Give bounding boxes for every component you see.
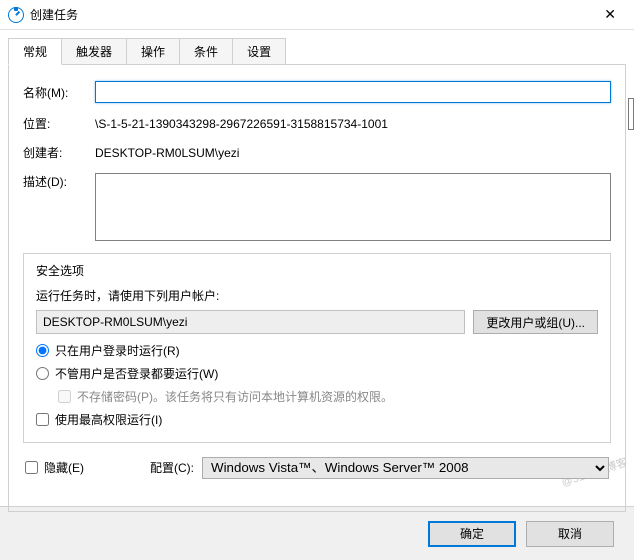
radio-only-logged-on-input[interactable] bbox=[36, 344, 49, 357]
security-options-fieldset: 安全选项 运行任务时，请使用下列用户帐户: DESKTOP-RM0LSUM\ye… bbox=[23, 253, 611, 443]
radio-only-logged-on[interactable]: 只在用户登录时运行(R) bbox=[36, 342, 598, 359]
check-highest-privileges-input[interactable] bbox=[36, 413, 49, 426]
tab-conditions[interactable]: 条件 bbox=[179, 38, 233, 65]
radio-only-logged-on-label: 只在用户登录时运行(R) bbox=[55, 342, 180, 359]
clock-icon bbox=[8, 7, 24, 23]
tab-settings[interactable]: 设置 bbox=[232, 38, 286, 65]
check-no-store-password-label: 不存储密码(P)。该任务将只有访问本地计算机资源的权限。 bbox=[77, 388, 393, 405]
tab-bar: 常规 触发器 操作 条件 设置 bbox=[8, 38, 634, 65]
dialog-footer: 确定 取消 bbox=[0, 506, 634, 560]
configure-for-select[interactable]: Windows Vista™、Windows Server™ 2008 bbox=[202, 457, 609, 479]
security-options-title: 安全选项 bbox=[32, 262, 88, 279]
check-no-store-password: 不存储密码(P)。该任务将只有访问本地计算机资源的权限。 bbox=[58, 388, 598, 405]
account-readonly: DESKTOP-RM0LSUM\yezi bbox=[36, 310, 465, 334]
creator-value: DESKTOP-RM0LSUM\yezi bbox=[95, 146, 611, 160]
name-label: 名称(M): bbox=[23, 84, 95, 101]
tab-triggers[interactable]: 触发器 bbox=[61, 38, 127, 65]
description-label: 描述(D): bbox=[23, 173, 95, 190]
general-panel: 名称(M): 位置: \S-1-5-21-1390343298-29672265… bbox=[8, 64, 626, 512]
check-hidden-input[interactable] bbox=[25, 461, 38, 474]
configure-for-label: 配置(C): bbox=[150, 459, 194, 476]
window-title: 创建任务 bbox=[30, 6, 594, 23]
radio-whether-logged-on-input[interactable] bbox=[36, 367, 49, 380]
close-button[interactable]: ✕ bbox=[594, 2, 626, 27]
description-textarea[interactable] bbox=[95, 173, 611, 241]
check-hidden-label: 隐藏(E) bbox=[44, 459, 84, 476]
check-hidden[interactable]: 隐藏(E) bbox=[25, 459, 84, 476]
change-user-button[interactable]: 更改用户或组(U)... bbox=[473, 310, 598, 334]
tab-general[interactable]: 常规 bbox=[8, 38, 62, 65]
tab-actions[interactable]: 操作 bbox=[126, 38, 180, 65]
check-no-store-password-input bbox=[58, 390, 71, 403]
check-highest-privileges-label: 使用最高权限运行(I) bbox=[55, 411, 162, 428]
ok-button[interactable]: 确定 bbox=[428, 521, 516, 547]
check-highest-privileges[interactable]: 使用最高权限运行(I) bbox=[36, 411, 598, 428]
creator-label: 创建者: bbox=[23, 144, 95, 161]
radio-whether-logged-on-label: 不管用户是否登录都要运行(W) bbox=[55, 365, 218, 382]
location-label: 位置: bbox=[23, 115, 95, 132]
location-value: \S-1-5-21-1390343298-2967226591-31588157… bbox=[95, 117, 611, 131]
background-window-edge bbox=[628, 98, 634, 130]
cancel-button[interactable]: 取消 bbox=[526, 521, 614, 547]
name-input[interactable] bbox=[95, 81, 611, 103]
run-as-label: 运行任务时，请使用下列用户帐户: bbox=[36, 287, 598, 304]
radio-whether-logged-on[interactable]: 不管用户是否登录都要运行(W) bbox=[36, 365, 598, 382]
